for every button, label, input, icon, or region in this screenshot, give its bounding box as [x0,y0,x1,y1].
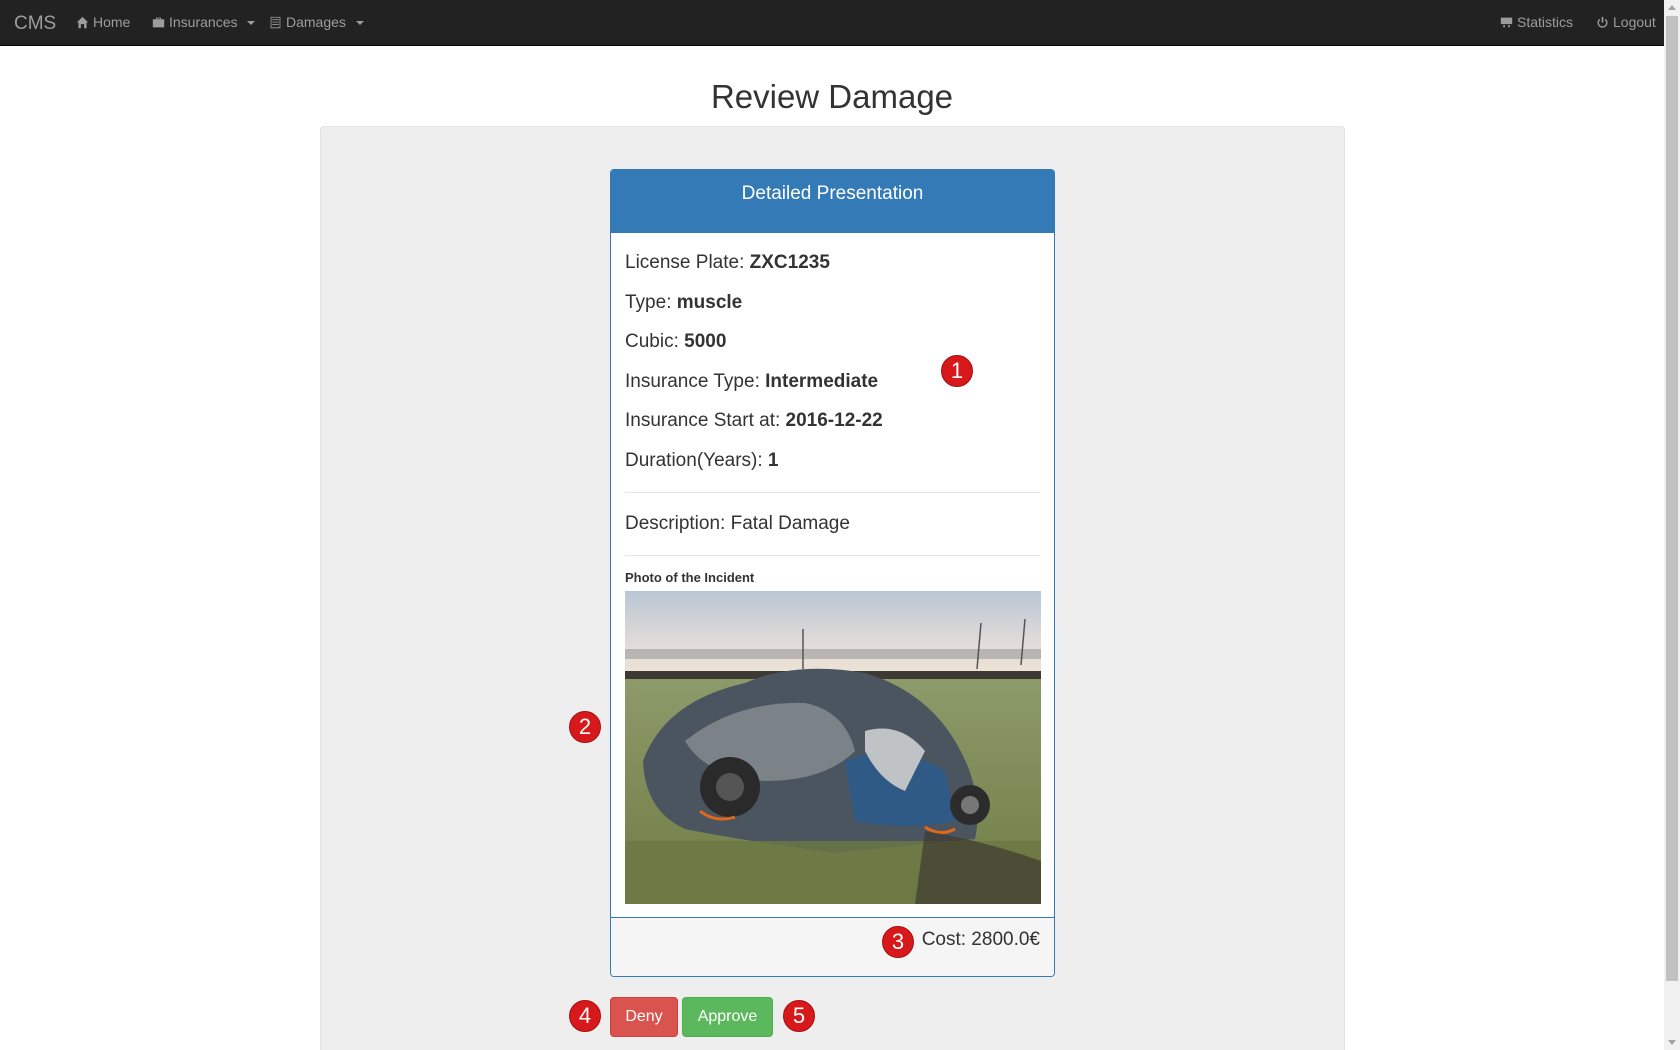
field-value: 2016-12-22 [785,410,883,431]
panel-heading: Detailed Presentation [611,170,1054,233]
license-plate-field: License Plate: ZXC1235 [625,243,1040,283]
nav-insurances-label: Insurances [169,14,238,30]
bar-chart-icon [1500,17,1513,27]
annotation-marker-3: 3 [882,926,914,958]
insurance-start-field: Insurance Start at: 2016-12-22 [625,401,1040,441]
home-icon [76,16,89,28]
annotation-marker-2: 2 [569,711,601,743]
field-label: Duration(Years): [625,449,768,471]
field-label: License Plate: [625,252,750,273]
field-value: ZXC1235 [749,252,830,273]
caret-down-icon [355,21,364,25]
vertical-scrollbar[interactable] [1664,0,1680,1050]
nav-statistics[interactable]: Statistics [1500,14,1573,30]
field-label: Type: [625,291,677,313]
divider [625,555,1040,556]
type-field: Type: muscle [625,283,1040,323]
caret-down-icon [247,21,256,25]
description-field: Description: Fatal Damage [625,513,850,534]
field-value: muscle [676,291,743,313]
annotation-marker-4: 4 [569,1000,601,1032]
list-alt-icon [270,16,281,28]
nav-home-label: Home [93,14,131,30]
nav-damages-label: Damages [286,14,346,30]
incident-photo [625,591,1041,904]
approve-button[interactable]: Approve [682,997,773,1037]
nav-insurances-dropdown[interactable]: Insurances [152,14,256,30]
power-off-icon [1597,16,1608,28]
detail-panel: Detailed Presentation License Plate: ZXC… [610,169,1055,977]
photo-label: Photo of the Incident [625,570,755,585]
panel-body: License Plate: ZXC1235 Type: muscle Cubi… [611,243,1054,904]
scroll-down-arrow-icon[interactable] [1668,1040,1676,1045]
field-label: Insurance Start at: [625,410,786,431]
scroll-up-arrow-icon[interactable] [1668,5,1676,10]
nav-statistics-label: Statistics [1517,14,1574,30]
page-title: Review Damage [710,78,954,115]
nav-home[interactable]: Home [76,14,130,30]
field-label: Cubic: [625,331,685,352]
nav-damages-dropdown[interactable]: Damages [269,14,364,30]
cost-value: Cost: 2800.0€ [921,929,1040,950]
field-value: 1 [767,449,779,471]
field-value: Intermediate [765,370,879,392]
insurance-type-field: Insurance Type: Intermediate [625,362,1040,402]
field-value: 5000 [684,331,727,352]
nav-logout[interactable]: Logout [1596,14,1656,30]
duration-field: Duration(Years): 1 [625,441,1040,481]
nav-logout-label: Logout [1613,14,1656,30]
panel-footer: Cost: 2800.0€ [611,917,1054,976]
divider [625,492,1040,493]
top-navbar: CMS Home Insurances Damages Statistics L… [0,0,1664,46]
cubic-field: Cubic: 5000 [625,322,1040,362]
deny-button[interactable]: Deny [610,997,678,1037]
field-label: Insurance Type: [625,370,766,392]
scrollbar-thumb[interactable] [1666,16,1678,981]
briefcase-icon [152,17,165,27]
annotation-marker-1: 1 [941,355,973,387]
annotation-marker-5: 5 [783,1000,815,1032]
brand-link[interactable]: CMS [14,13,56,35]
